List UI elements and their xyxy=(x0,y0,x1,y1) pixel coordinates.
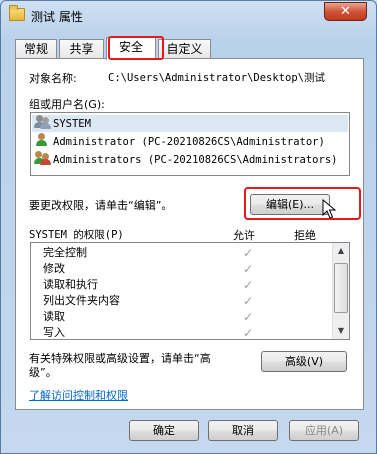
permission-row: 读取和执行 xyxy=(43,278,98,291)
permission-row: 写入 xyxy=(43,326,65,339)
security-tab-highlight xyxy=(108,36,164,60)
folder-icon xyxy=(9,5,25,21)
deny-header: 拒绝 xyxy=(294,229,316,242)
properties-window: 测试 属性 ✕ 常规 共享 安全 自定义 对象名称: C:\Users\Admi… xyxy=(0,0,377,454)
ok-button[interactable]: 确定 xyxy=(129,420,199,441)
learn-access-control-link[interactable]: 了解访问控制和权限 xyxy=(29,387,128,403)
change-permissions-text: 要更改权限，请单击“编辑”。 xyxy=(29,199,173,212)
scroll-up-icon[interactable]: ▲ xyxy=(333,243,349,259)
special-permissions-text-2: 级”。 xyxy=(29,366,57,379)
permission-row: 列出文件夹内容 xyxy=(43,294,120,307)
mouse-cursor-icon xyxy=(322,199,337,219)
allow-check-icon: ✓ xyxy=(243,246,254,260)
permissions-scrollbar[interactable]: ▲ ▼ xyxy=(332,243,349,339)
close-button[interactable]: ✕ xyxy=(324,2,367,21)
scroll-down-icon[interactable]: ▼ xyxy=(333,323,349,339)
tab-sharing[interactable]: 共享 xyxy=(59,39,104,59)
users-list[interactable]: SYSTEM Administrator (PC-20210826CS\Admi… xyxy=(30,112,350,176)
system-users-icon xyxy=(34,115,51,129)
permissions-list[interactable]: 完全控制 ✓ 修改 ✓ 读取和执行 ✓ 列出文件夹内容 ✓ 读取 ✓ 写入 ✓ … xyxy=(30,242,350,340)
allow-check-icon: ✓ xyxy=(243,310,254,324)
permission-row: 修改 xyxy=(43,262,65,275)
list-item[interactable]: Administrator (PC-20210826CS\Administrat… xyxy=(34,133,325,150)
permissions-header: SYSTEM 的权限(P) xyxy=(29,229,124,241)
permission-row: 完全控制 xyxy=(43,246,87,259)
allow-check-icon: ✓ xyxy=(243,294,254,308)
tab-customize[interactable]: 自定义 xyxy=(158,39,211,59)
list-item[interactable]: SYSTEM xyxy=(32,115,348,132)
object-name-value: C:\Users\Administrator\Desktop\测试 xyxy=(108,72,325,84)
edit-button-highlight xyxy=(244,187,361,220)
apply-button[interactable]: 应用(A) xyxy=(289,420,359,441)
list-item[interactable]: Administrators (PC-20210826CS\Administra… xyxy=(34,151,337,168)
scroll-thumb[interactable] xyxy=(334,263,348,313)
security-panel: 对象名称: C:\Users\Administrator\Desktop\测试 … xyxy=(15,58,364,410)
allow-check-icon: ✓ xyxy=(243,262,254,276)
allow-check-icon: ✓ xyxy=(243,278,254,292)
tab-general[interactable]: 常规 xyxy=(15,39,57,59)
title-bar: 测试 属性 ✕ xyxy=(1,1,376,31)
object-name-label: 对象名称: xyxy=(29,72,77,85)
allow-header: 允许 xyxy=(233,229,255,242)
groups-label: 组或用户名(G): xyxy=(29,98,105,111)
advanced-button[interactable]: 高级(V) xyxy=(261,351,347,372)
permission-row: 读取 xyxy=(43,310,65,323)
allow-check-icon: ✓ xyxy=(243,326,254,340)
cancel-button[interactable]: 取消 xyxy=(208,420,278,441)
window-title: 测试 属性 xyxy=(31,10,83,24)
close-icon: ✕ xyxy=(340,4,351,19)
user-icon xyxy=(34,133,50,147)
users-group-icon xyxy=(34,151,51,165)
